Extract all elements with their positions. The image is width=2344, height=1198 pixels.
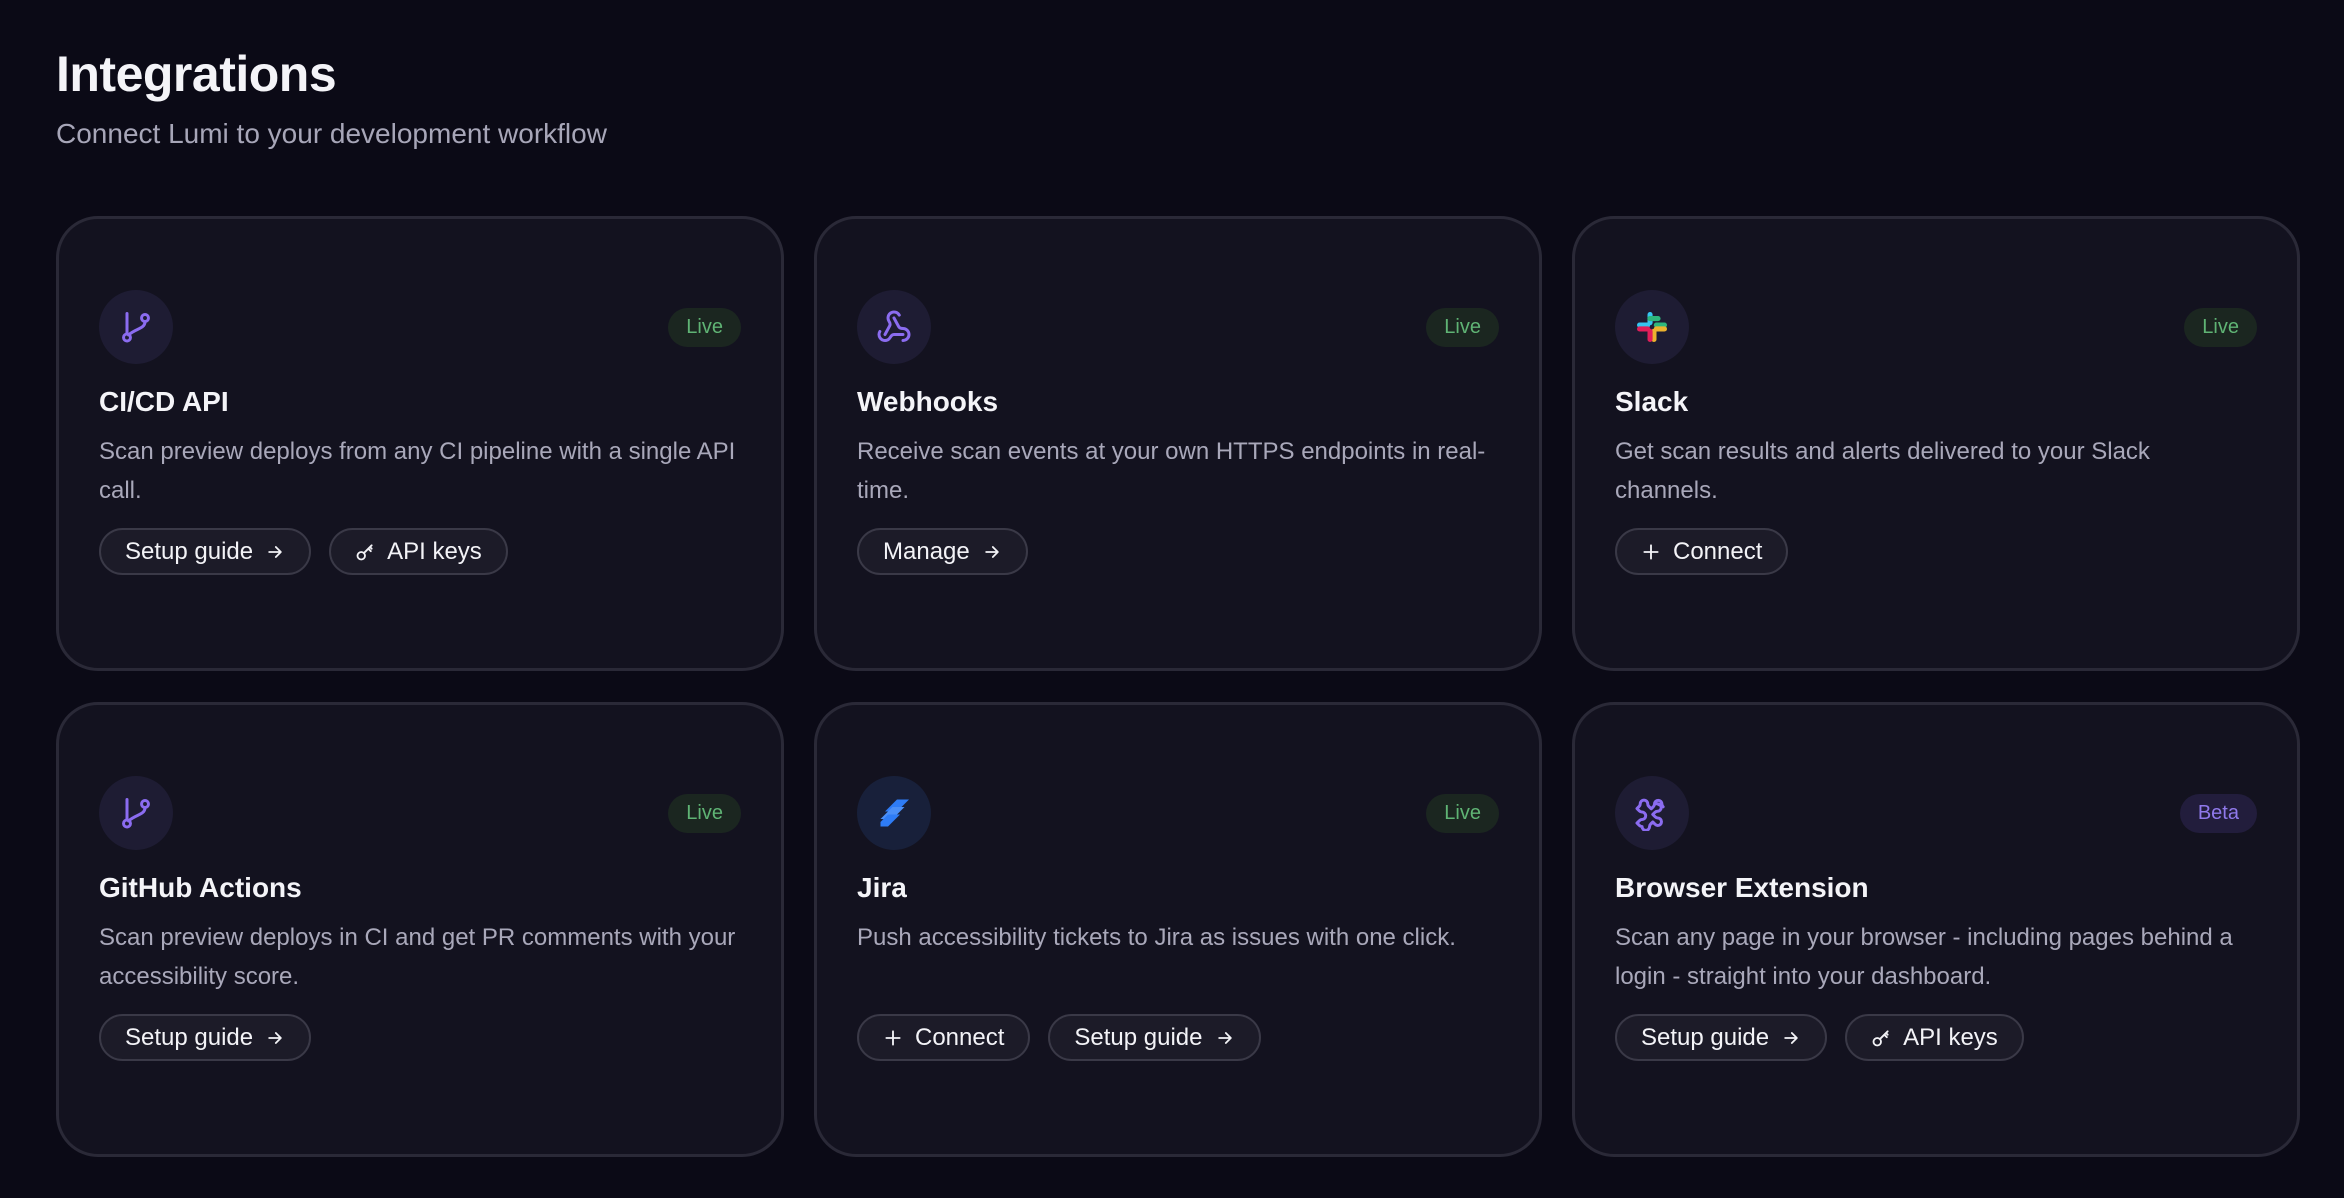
connect-button[interactable]: Connect — [1615, 528, 1789, 575]
integration-card-browser-extension: Beta Browser Extension Scan any page in … — [1572, 702, 2300, 1157]
slack-icon — [1615, 290, 1689, 364]
button-label: Manage — [883, 537, 970, 565]
card-title: Browser Extension — [1615, 872, 1869, 903]
webhook-icon — [857, 290, 931, 364]
setup-guide-button[interactable]: Setup guide — [99, 528, 312, 575]
card-description: Get scan results and alerts delivered to… — [1615, 438, 2150, 504]
button-label: Setup guide — [125, 1023, 254, 1051]
status-badge: Live — [1426, 307, 1499, 347]
button-label: Connect — [915, 1023, 1005, 1051]
status-badge: Beta — [2179, 793, 2257, 833]
button-label: API keys — [1903, 1023, 1998, 1051]
button-label: Setup guide — [125, 537, 254, 565]
integration-card-cicd-api: Live CI/CD API Scan preview deploys from… — [56, 216, 784, 671]
puzzle-icon — [1615, 776, 1689, 850]
key-icon — [1872, 1029, 1889, 1046]
status-badge: Live — [668, 307, 741, 347]
button-label: API keys — [387, 537, 482, 565]
api-keys-button[interactable]: API keys — [1845, 1014, 2024, 1061]
card-description: Scan preview deploys from any CI pipelin… — [99, 438, 736, 504]
key-icon — [356, 543, 373, 560]
jira-icon — [857, 776, 931, 850]
button-label: Connect — [1673, 537, 1763, 565]
card-title: Slack — [1615, 386, 1689, 417]
connect-button[interactable]: Connect — [857, 1014, 1031, 1061]
integrations-page: Integrations Connect Lumi to your develo… — [56, 44, 2300, 1157]
setup-guide-button[interactable]: Setup guide — [1048, 1014, 1261, 1061]
page-subtitle: Connect Lumi to your development workflo… — [56, 118, 607, 149]
page-title: Integrations — [56, 46, 337, 102]
integration-card-webhooks: Live Webhooks Receive scan events at you… — [814, 216, 1542, 671]
card-description: Receive scan events at your own HTTPS en… — [857, 438, 1486, 504]
arrow-right-icon — [268, 1031, 282, 1044]
arrow-right-icon — [1217, 1031, 1232, 1044]
api-keys-button[interactable]: API keys — [329, 528, 508, 575]
card-title: CI/CD API — [99, 386, 229, 417]
status-badge: Live — [668, 793, 741, 833]
setup-guide-button[interactable]: Setup guide — [99, 1014, 312, 1061]
integrations-grid: Live CI/CD API Scan preview deploys from… — [56, 216, 2300, 1157]
integration-card-github-actions: Live GitHub Actions Scan preview deploys… — [56, 702, 784, 1157]
git-branch-icon — [99, 776, 173, 850]
card-title: Webhooks — [857, 386, 999, 417]
plus-icon — [885, 1029, 901, 1046]
arrow-right-icon — [1784, 1031, 1798, 1044]
button-label: Setup guide — [1074, 1023, 1203, 1051]
integration-card-slack: Live Slack Get scan results and alerts d… — [1572, 216, 2300, 671]
plus-icon — [1643, 543, 1659, 560]
integration-card-jira: Live Jira Push accessibility tickets to … — [814, 702, 1542, 1157]
status-badge: Live — [2184, 307, 2257, 347]
card-description: Scan any page in your browser - includin… — [1615, 924, 2233, 990]
setup-guide-button[interactable]: Setup guide — [1615, 1014, 1828, 1061]
card-title: GitHub Actions — [99, 872, 302, 903]
arrow-right-icon — [984, 545, 999, 558]
manage-button[interactable]: Manage — [857, 528, 1028, 575]
button-label: Setup guide — [1641, 1023, 1770, 1051]
card-description: Scan preview deploys in CI and get PR co… — [99, 924, 736, 990]
arrow-right-icon — [268, 545, 282, 558]
card-title: Jira — [857, 872, 907, 903]
card-description: Push accessibility tickets to Jira as is… — [857, 924, 1456, 951]
status-badge: Live — [1426, 793, 1499, 833]
git-branch-icon — [99, 290, 173, 364]
